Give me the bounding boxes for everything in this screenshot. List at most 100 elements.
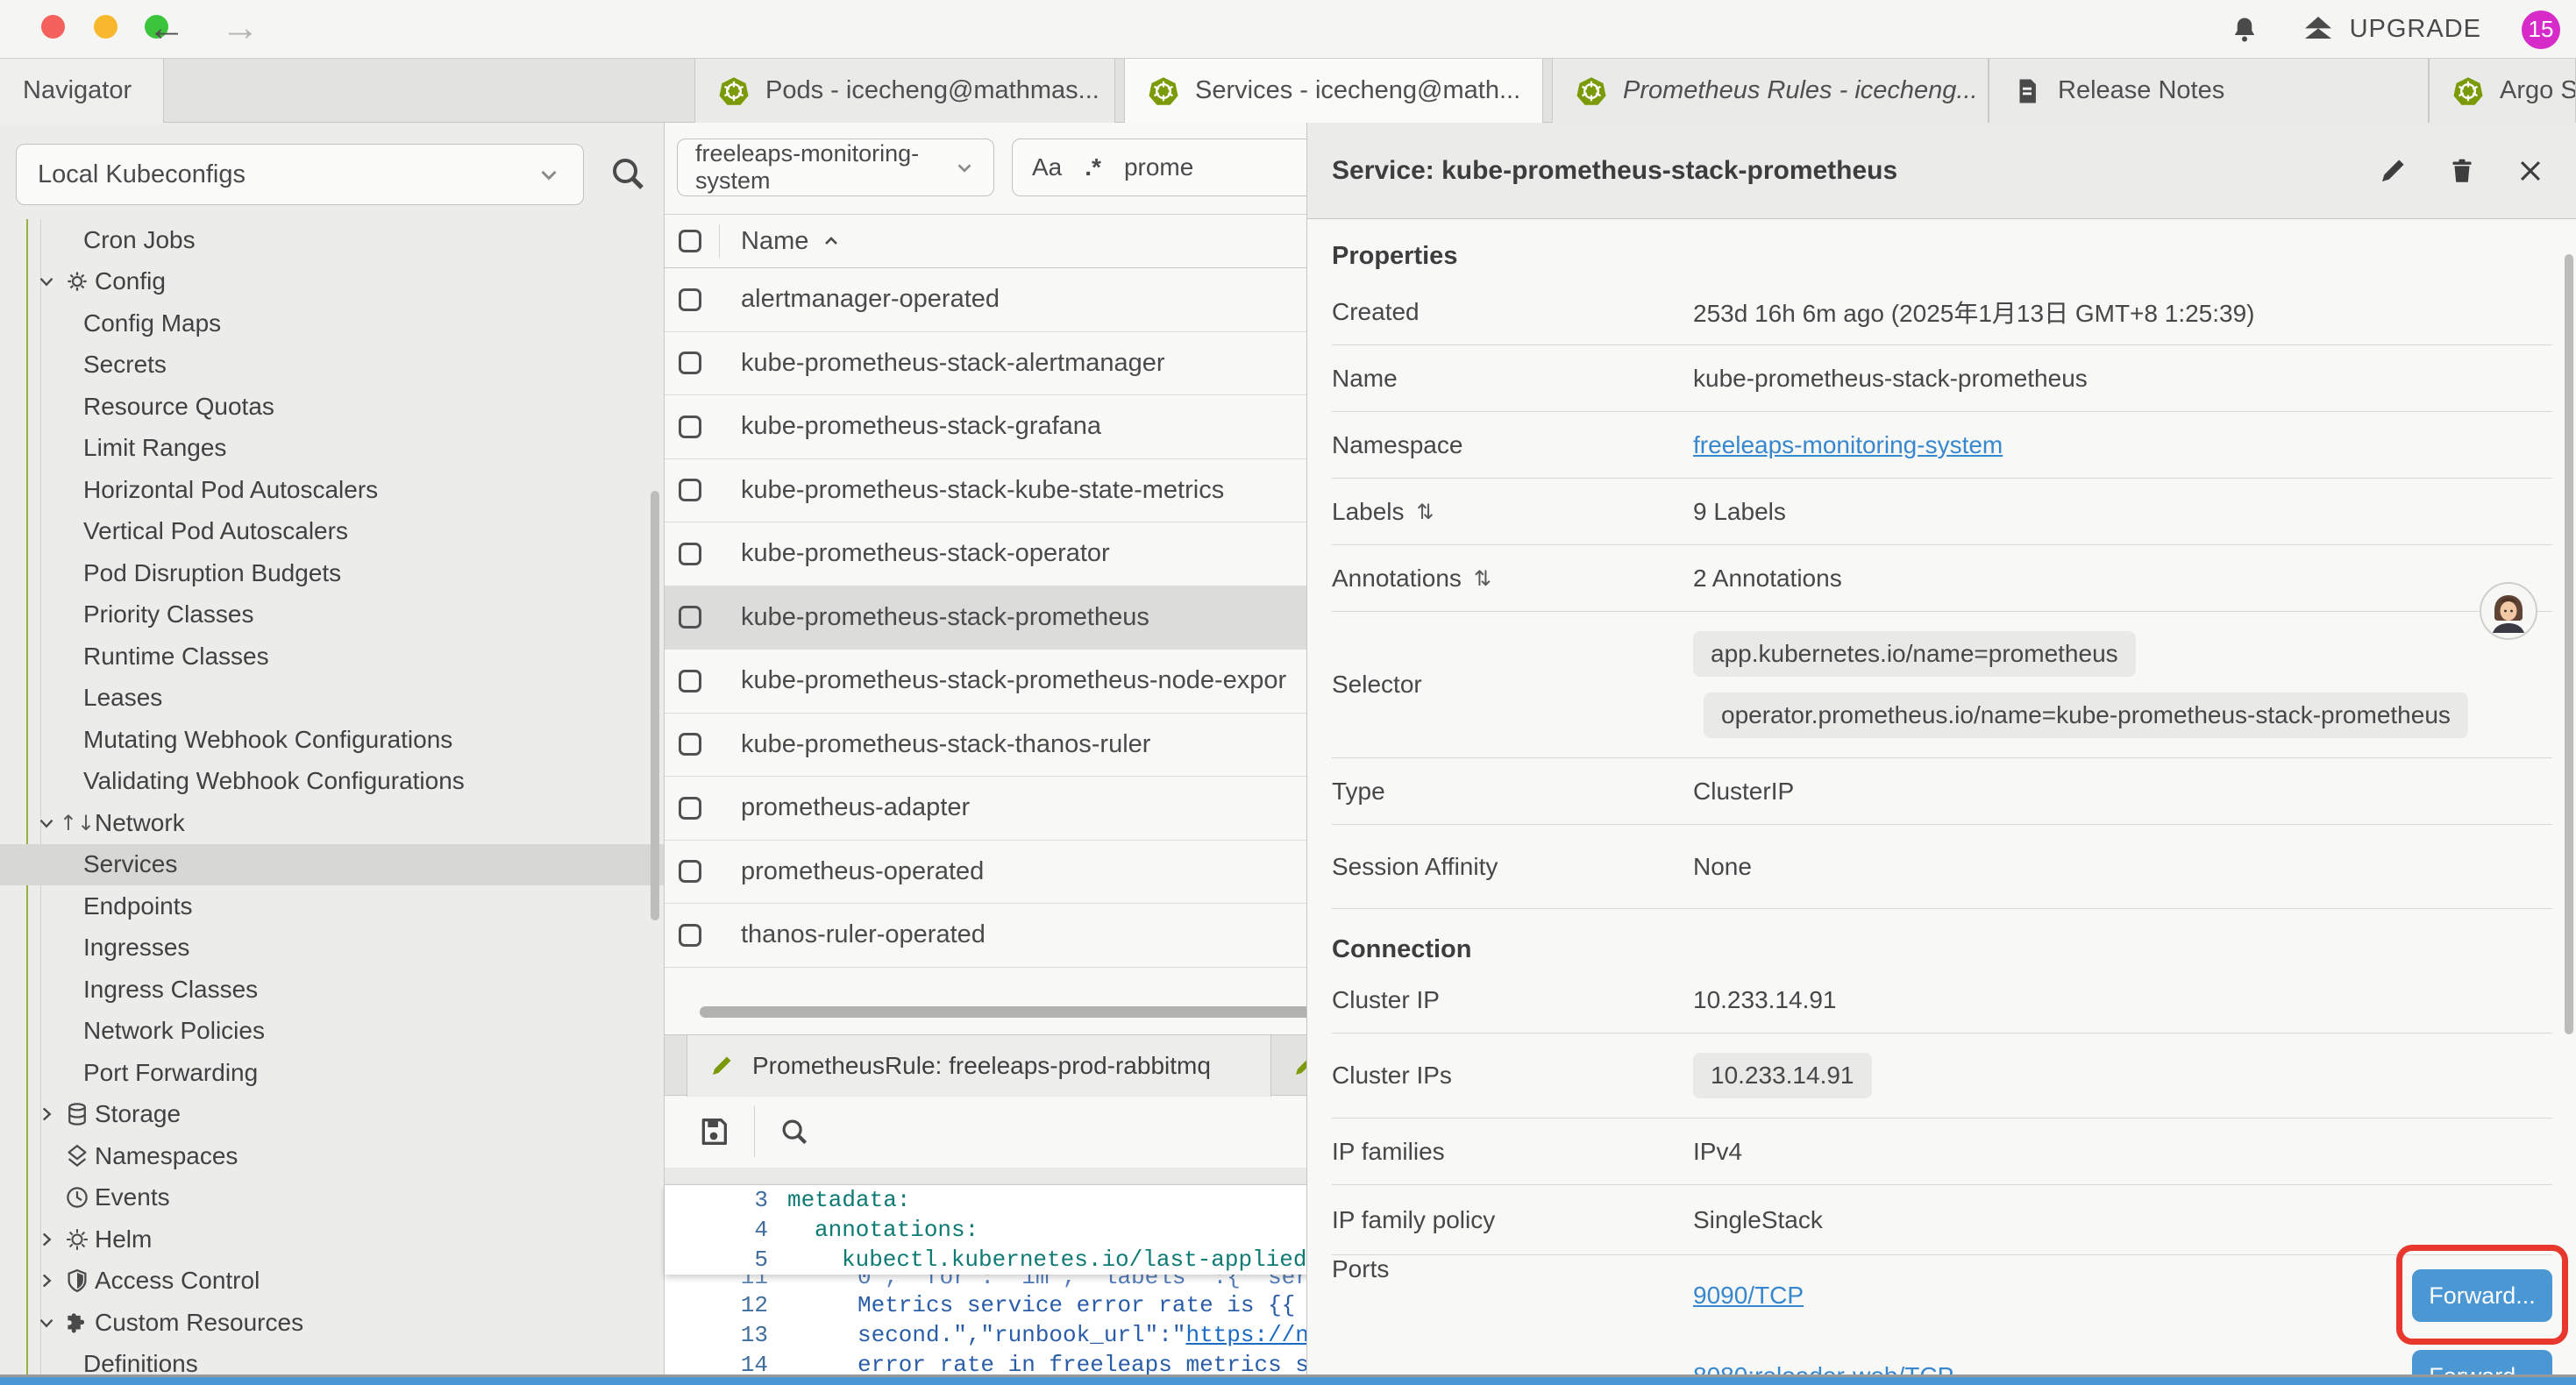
sidebar-scrollbar[interactable] — [651, 491, 659, 920]
sidebar-item-config[interactable]: Config — [0, 261, 665, 303]
kubeconfig-selector[interactable]: Local Kubeconfigs — [16, 144, 584, 205]
sidebar-item-validating-webhook-configurations[interactable]: Validating Webhook Configurations — [0, 761, 665, 803]
row-checkbox[interactable] — [679, 670, 701, 692]
bell-icon[interactable] — [2229, 14, 2260, 46]
row-checkbox[interactable] — [679, 924, 701, 947]
table-row[interactable]: kube-prometheus-stack-operator — [665, 522, 1348, 586]
sidebar-item-services[interactable]: Services — [0, 844, 665, 886]
search-icon[interactable] — [607, 153, 649, 195]
forward-button[interactable]: Forward... — [2412, 1269, 2552, 1322]
detail-value: 253d 16h 6m ago (2025年1月13日 GMT+8 1:25:3… — [1693, 295, 2255, 330]
row-checkbox[interactable] — [679, 416, 701, 438]
sidebar-item-access-control[interactable]: Access Control — [0, 1261, 665, 1303]
table-row[interactable]: prometheus-operated — [665, 841, 1348, 905]
edit-pencil-icon[interactable] — [2377, 155, 2409, 187]
row-checkbox[interactable] — [679, 288, 701, 311]
sidebar-item-events[interactable]: Events — [0, 1177, 665, 1219]
table-row[interactable]: prometheus-adapter — [665, 777, 1348, 841]
chevron-right-icon[interactable] — [33, 1228, 60, 1251]
sidebar-item-runtime-classes[interactable]: Runtime Classes — [0, 636, 665, 678]
tab-prometheus[interactable]: Prometheus Rules - icecheng... — [1552, 59, 1989, 123]
editor-search-icon[interactable] — [778, 1115, 811, 1148]
upgrade-button[interactable]: UPGRADE — [2301, 12, 2481, 47]
select-all-checkbox[interactable] — [679, 230, 701, 252]
match-case-icon[interactable]: Aa — [1032, 153, 1062, 181]
tab-release[interactable]: Release Notes — [1989, 59, 2429, 123]
sidebar-item-endpoints[interactable]: Endpoints — [0, 885, 665, 927]
chevron-down-icon[interactable] — [33, 270, 60, 293]
table-row[interactable]: kube-prometheus-stack-thanos-ruler — [665, 714, 1348, 778]
tab-argo[interactable]: Argo Se — [2429, 59, 2576, 123]
notification-count-badge[interactable]: 15 — [2522, 11, 2560, 49]
table-row[interactable]: thanos-ruler-operated — [665, 904, 1348, 968]
table-row[interactable]: alertmanager-operated — [665, 268, 1348, 332]
namespace-selector[interactable]: freeleaps-monitoring-system — [677, 138, 994, 196]
save-icon[interactable] — [696, 1114, 731, 1149]
expand-updown-icon[interactable]: ⇅ — [1474, 566, 1491, 591]
row-checkbox[interactable] — [679, 479, 701, 501]
row-checkbox[interactable] — [679, 606, 701, 629]
sidebar-item-secrets[interactable]: Secrets — [0, 344, 665, 387]
chevron-right-icon[interactable] — [33, 1103, 60, 1126]
sidebar-item-vertical-pod-autoscalers[interactable]: Vertical Pod Autoscalers — [0, 511, 665, 553]
editor-tab-prometheusrule[interactable]: PrometheusRule: freeleaps-prod-rabbitmq — [687, 1035, 1271, 1097]
table-row[interactable]: kube-prometheus-stack-grafana — [665, 395, 1348, 459]
regex-icon[interactable]: .* — [1085, 153, 1101, 181]
sidebar-item-resource-quotas[interactable]: Resource Quotas — [0, 386, 665, 428]
sidebar-item-limit-ranges[interactable]: Limit Ranges — [0, 428, 665, 470]
sidebar-item-leases[interactable]: Leases — [0, 678, 665, 720]
sidebar-item-helm[interactable]: Helm — [0, 1218, 665, 1261]
yaml-editor[interactable]: 3metadata:4annotations:5kubectl.kubernet… — [665, 1185, 1348, 1385]
close-icon[interactable] — [2516, 156, 2545, 186]
sidebar-item-port-forwarding[interactable]: Port Forwarding — [0, 1052, 665, 1094]
detail-row-ip-family-policy: IP family policySingleStack — [1332, 1185, 2552, 1255]
sidebar-item-label: Helm — [95, 1225, 152, 1254]
delete-trash-icon[interactable] — [2447, 155, 2477, 187]
tab-services[interactable]: Services - icecheng@math...× — [1124, 59, 1543, 123]
tab-pods[interactable]: Pods - icecheng@mathmas... — [694, 59, 1115, 123]
row-checkbox[interactable] — [679, 797, 701, 820]
sidebar-item-label: Network Policies — [83, 1017, 265, 1045]
sidebar-item-config-maps[interactable]: Config Maps — [0, 302, 665, 344]
table-row[interactable]: kube-prometheus-stack-kube-state-metrics — [665, 459, 1348, 523]
sidebar-item-custom-resources[interactable]: Custom Resources — [0, 1302, 665, 1344]
row-checkbox[interactable] — [679, 543, 701, 565]
sidebar-item-ingresses[interactable]: Ingresses — [0, 927, 665, 970]
chevron-down-icon[interactable] — [33, 812, 60, 835]
assistant-avatar[interactable] — [2480, 582, 2537, 640]
sidebar-item-cron-jobs[interactable]: Cron Jobs — [0, 219, 665, 261]
table-row[interactable]: kube-prometheus-stack-prometheus-node-ex… — [665, 650, 1348, 714]
sidebar-item-horizontal-pod-autoscalers[interactable]: Horizontal Pod Autoscalers — [0, 469, 665, 511]
table-horizontal-scrollbar[interactable] — [700, 1006, 1313, 1018]
sidebar-item-label: Access Control — [95, 1267, 260, 1295]
sidebar-item-namespaces[interactable]: Namespaces — [0, 1135, 665, 1177]
minimize-window-button[interactable] — [94, 15, 117, 39]
filter-input[interactable]: Aa .* prome — [1012, 138, 1345, 196]
sidebar-item-priority-classes[interactable]: Priority Classes — [0, 594, 665, 636]
sidebar-item-pod-disruption-budgets[interactable]: Pod Disruption Budgets — [0, 552, 665, 594]
detail-value: 2 Annotations — [1693, 565, 1842, 593]
chevron-down-icon[interactable] — [33, 1311, 60, 1334]
table-row[interactable]: kube-prometheus-stack-prometheus — [665, 586, 1348, 650]
sidebar-item-network[interactable]: ↑↓Network — [0, 802, 665, 844]
sidebar-item-mutating-webhook-configurations[interactable]: Mutating Webhook Configurations — [0, 719, 665, 761]
column-header-name[interactable]: Name — [741, 227, 842, 256]
forward-arrow-icon[interactable]: → — [221, 7, 260, 49]
sidebar-item-ingress-classes[interactable]: Ingress Classes — [0, 969, 665, 1011]
row-checkbox[interactable] — [679, 733, 701, 756]
expand-updown-icon[interactable]: ⇅ — [1417, 500, 1434, 524]
drawer-scrollbar[interactable] — [2565, 254, 2573, 1034]
namespace-link[interactable]: freeleaps-monitoring-system — [1693, 431, 2003, 458]
back-arrow-icon[interactable]: ← — [147, 7, 186, 49]
table-row[interactable]: kube-prometheus-stack-alertmanager — [665, 332, 1348, 396]
resource-list-panel: freeleaps-monitoring-system Aa .* prome … — [665, 123, 1348, 1385]
tab-label: Services - icecheng@math... — [1195, 76, 1520, 105]
row-checkbox[interactable] — [679, 352, 701, 374]
tab-navigator[interactable]: Navigator — [0, 59, 164, 123]
sidebar-item-network-policies[interactable]: Network Policies — [0, 1011, 665, 1053]
row-checkbox[interactable] — [679, 860, 701, 883]
close-window-button[interactable] — [41, 15, 65, 39]
port-link[interactable]: 9090/TCP — [1693, 1282, 1804, 1310]
chevron-right-icon[interactable] — [33, 1269, 60, 1292]
sidebar-item-storage[interactable]: Storage — [0, 1094, 665, 1136]
